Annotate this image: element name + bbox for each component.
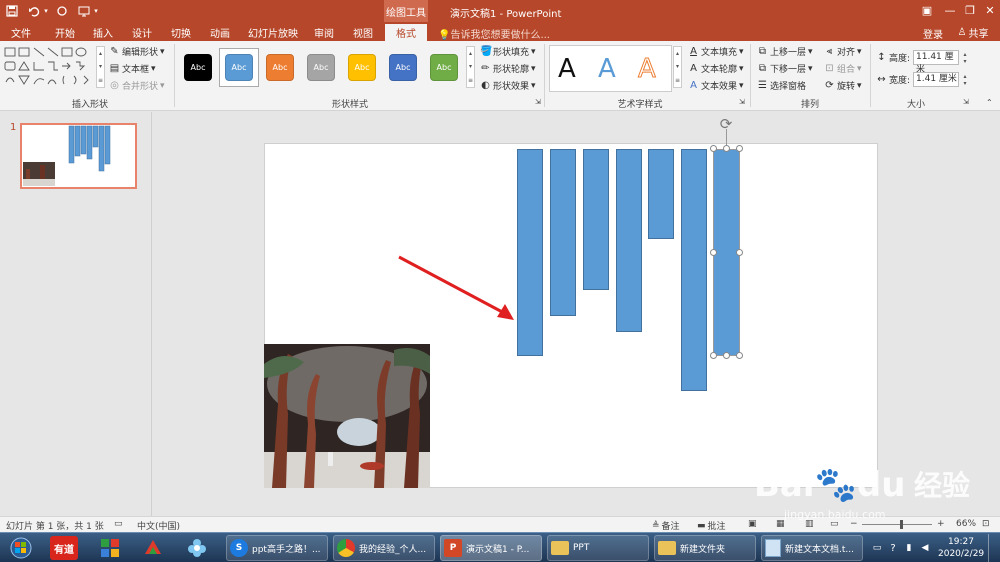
flower-app-icon[interactable] <box>183 536 211 560</box>
powerpoint-icon: P <box>444 539 462 557</box>
office-shortcut-icon[interactable] <box>139 536 167 560</box>
notepad-icon <box>765 539 781 557</box>
blue-rectangle-6[interactable] <box>681 149 707 391</box>
resize-handle-top-right[interactable] <box>736 145 743 152</box>
language-indicator[interactable]: 中文(中国) <box>137 519 180 532</box>
folder-icon <box>658 541 676 555</box>
rotation-handle-icon[interactable]: ⟳ <box>717 116 735 132</box>
resize-handle-top-left[interactable] <box>710 145 717 152</box>
reading-view-icon[interactable]: ▥ <box>805 519 814 529</box>
taskbar-item-folder-ppt[interactable]: PPT <box>547 535 649 561</box>
notes-button[interactable]: ≜ 备注 <box>652 519 680 533</box>
show-desktop-button[interactable] <box>988 534 999 562</box>
chrome-icon <box>337 539 355 557</box>
blue-rectangle-2[interactable] <box>550 149 576 316</box>
zoom-slider-thumb[interactable] <box>900 520 903 529</box>
red-arrow[interactable] <box>398 255 514 320</box>
blue-rectangle-4[interactable] <box>616 149 642 332</box>
comments-button[interactable]: ▬ 批注 <box>697 519 726 533</box>
resize-handle-bottom-right[interactable] <box>736 352 743 359</box>
slideshow-view-icon[interactable]: ▭ <box>830 519 839 529</box>
youdao-app[interactable]: 有道 <box>50 536 78 560</box>
spelling-check-icon[interactable]: ▭ <box>114 519 123 529</box>
taskbar-item-powerpoint[interactable]: P 演示文稿1 - P... <box>440 535 542 561</box>
fit-slide-icon[interactable]: ⊡ <box>982 519 990 529</box>
folder-icon <box>551 541 569 555</box>
network-icon[interactable]: ▮ <box>902 536 916 560</box>
forest-room-photo-image <box>264 344 430 488</box>
volume-icon[interactable]: ◀ <box>918 536 932 560</box>
slide-count: 幻灯片 第 1 张，共 1 张 <box>6 522 104 532</box>
windows-taskbar: 有道 Sppt高手之路！... 我的经验_个人... P 演示文稿1 - P...… <box>0 532 1000 562</box>
taskbar-item-my-experience[interactable]: 我的经验_个人... <box>333 535 435 561</box>
taskbar-item-ppt-guide[interactable]: Sppt高手之路！... <box>226 535 328 561</box>
comment-icon: ▬ <box>697 520 706 531</box>
normal-view-icon[interactable]: ▣ <box>748 519 757 529</box>
app-grid-icon[interactable] <box>96 536 124 560</box>
forest-room-photo[interactable] <box>264 344 430 488</box>
blue-rectangle-1[interactable] <box>517 149 543 356</box>
zoom-out-icon[interactable]: − <box>850 519 858 529</box>
status-bar: 幻灯片 第 1 张，共 1 张 ▭ 中文(中国) ≜ 备注 ▬ 批注 ▣ ▦ ▥ ▭… <box>0 516 1000 532</box>
resize-handle-top[interactable] <box>723 145 730 152</box>
start-button[interactable] <box>4 536 38 560</box>
help-icon[interactable]: ? <box>886 536 900 560</box>
slide-sorter-icon[interactable]: ▦ <box>776 519 785 529</box>
resize-handle-left[interactable] <box>710 249 717 256</box>
resize-handle-bottom-left[interactable] <box>710 352 717 359</box>
taskbar-item-notepad[interactable]: 新建文本文档.t... <box>761 535 863 561</box>
notes-icon: ≜ <box>652 520 660 531</box>
blue-rectangle-3[interactable] <box>583 149 609 290</box>
resize-handle-bottom[interactable] <box>723 352 730 359</box>
blue-rectangle-5[interactable] <box>648 149 674 239</box>
slide-overlay <box>398 255 514 320</box>
keyboard-icon[interactable]: ▭ <box>870 536 884 560</box>
resize-handle-right[interactable] <box>736 249 743 256</box>
zoom-in-icon[interactable]: + <box>937 519 945 529</box>
system-clock[interactable]: 19:27 2020/2/29 <box>938 536 984 560</box>
windows-logo-icon <box>10 537 32 559</box>
zoom-level[interactable]: 66% <box>956 519 976 529</box>
sogou-browser-icon: S <box>230 539 248 557</box>
taskbar-item-new-folder[interactable]: 新建文件夹 <box>654 535 756 561</box>
zoom-slider[interactable] <box>862 524 932 525</box>
